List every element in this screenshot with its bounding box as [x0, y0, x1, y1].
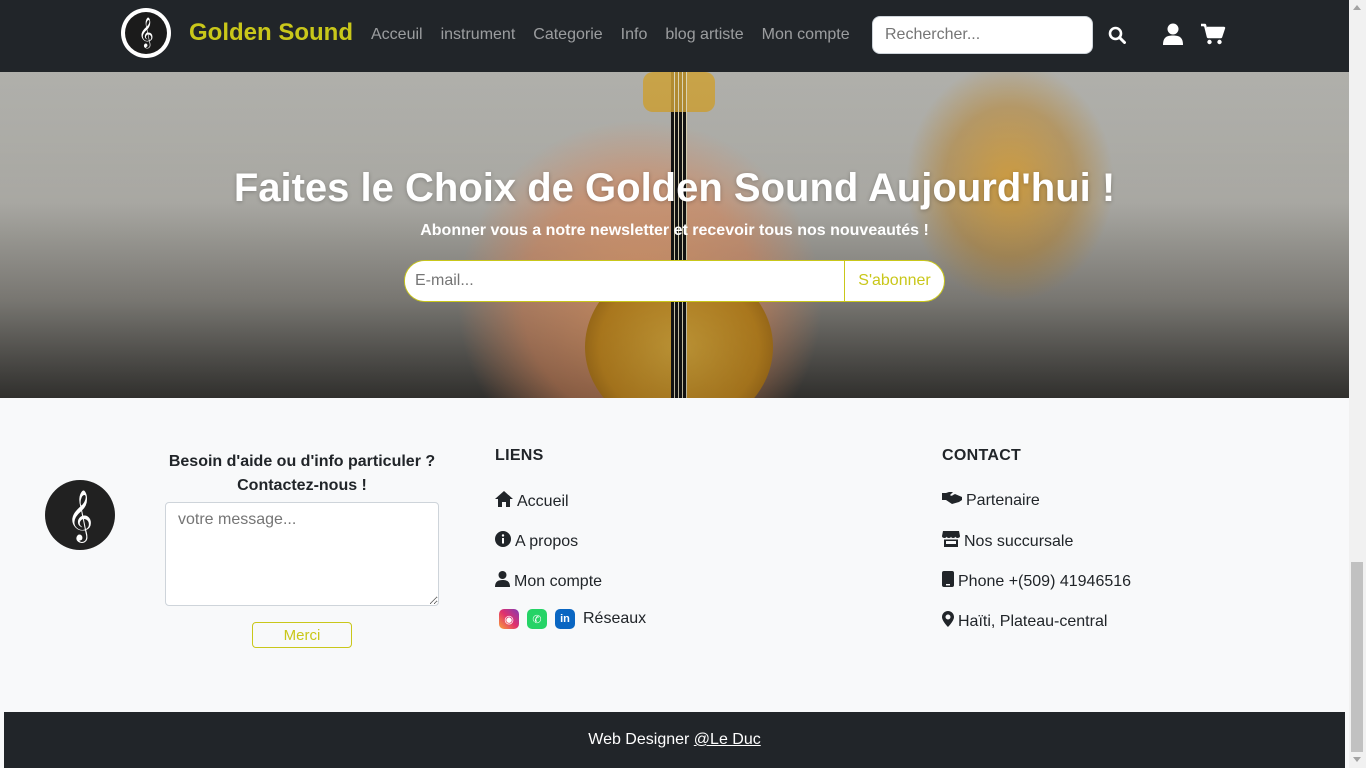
link-mon-compte[interactable]: Mon compte: [495, 571, 602, 592]
instagram-icon[interactable]: ◉: [499, 609, 519, 629]
social-icons: ◉ ✆ in: [495, 609, 579, 629]
message-textarea[interactable]: [165, 502, 439, 606]
cart-icon[interactable]: [1200, 22, 1226, 46]
store-icon: [942, 531, 964, 552]
send-message-button[interactable]: Merci: [252, 622, 352, 648]
credit-prefix: Web Designer: [588, 731, 690, 748]
whatsapp-icon[interactable]: ✆: [527, 609, 547, 629]
link-a-propos-label: A propos: [515, 532, 579, 550]
newsletter-email-input[interactable]: [405, 261, 844, 301]
newsletter-form: S'abonner: [404, 260, 945, 302]
nav-link-acceuil[interactable]: Acceuil: [362, 26, 432, 44]
nav-link-mon-compte[interactable]: Mon compte: [753, 26, 859, 44]
contact-succursale[interactable]: Nos succursale: [942, 531, 1073, 552]
link-reseaux[interactable]: ◉ ✆ in Réseaux: [495, 609, 646, 629]
nav-links: Acceuil instrument Categorie Info blog a…: [362, 26, 859, 44]
link-mon-compte-label: Mon compte: [514, 572, 603, 590]
link-accueil-label: Accueil: [517, 492, 569, 510]
nav-link-blog-artiste[interactable]: blog artiste: [656, 26, 752, 44]
user-icon: [495, 571, 514, 592]
bottom-credit-bar: Web Designer @Le Duc: [4, 712, 1345, 768]
brand-name[interactable]: Golden Sound: [189, 19, 353, 47]
contact-title: CONTACT: [942, 447, 1022, 464]
nav-link-info[interactable]: Info: [612, 26, 657, 44]
linkedin-icon[interactable]: in: [555, 609, 575, 629]
contact-location-label: Haïti, Plateau-central: [958, 612, 1108, 630]
nav-link-instrument[interactable]: instrument: [432, 26, 525, 44]
handshake-icon: [942, 491, 966, 510]
contact-location[interactable]: Haïti, Plateau-central: [942, 611, 1107, 632]
home-icon: [495, 491, 517, 512]
info-icon: [495, 531, 515, 552]
links-title: LIENS: [495, 447, 544, 464]
contact-partenaire-label: Partenaire: [966, 491, 1040, 509]
scroll-up-icon[interactable]: [1353, 5, 1361, 10]
page-scrollbar[interactable]: [1349, 0, 1366, 768]
hero-banner: Faites le Choix de Golden Sound Aujourd'…: [0, 72, 1349, 398]
top-navbar: 𝄞 Golden Sound Acceuil instrument Catego…: [0, 0, 1349, 72]
hero-subtitle: Abonner vous a notre newsletter et recev…: [420, 222, 929, 239]
contact-succursale-label: Nos succursale: [964, 532, 1074, 550]
designer-link[interactable]: @Le Duc: [694, 731, 761, 749]
help-title: Besoin d'aide ou d'info particuler ? Con…: [168, 453, 436, 494]
contact-phone-label: Phone +(509) 41946516: [958, 572, 1132, 590]
scroll-down-icon[interactable]: [1353, 757, 1361, 762]
logo-treble-clef-icon[interactable]: 𝄞: [121, 8, 171, 58]
link-reseaux-label: Réseaux: [583, 610, 647, 627]
link-accueil[interactable]: Accueil: [495, 491, 569, 512]
link-a-propos[interactable]: A propos: [495, 531, 578, 552]
scroll-thumb[interactable]: [1351, 562, 1363, 752]
contact-partenaire[interactable]: Partenaire: [942, 491, 1040, 510]
footer-logo-icon: 𝄞: [45, 480, 115, 550]
contact-phone[interactable]: Phone +(509) 41946516: [942, 571, 1131, 592]
nav-link-categorie[interactable]: Categorie: [524, 26, 611, 44]
subscribe-button[interactable]: S'abonner: [844, 261, 944, 301]
search-input[interactable]: [872, 16, 1093, 54]
phone-icon: [942, 571, 958, 592]
search-icon[interactable]: [1106, 24, 1128, 46]
hero-title: Faites le Choix de Golden Sound Aujourd'…: [233, 166, 1116, 210]
map-marker-icon: [942, 611, 958, 632]
user-icon[interactable]: [1161, 22, 1185, 46]
